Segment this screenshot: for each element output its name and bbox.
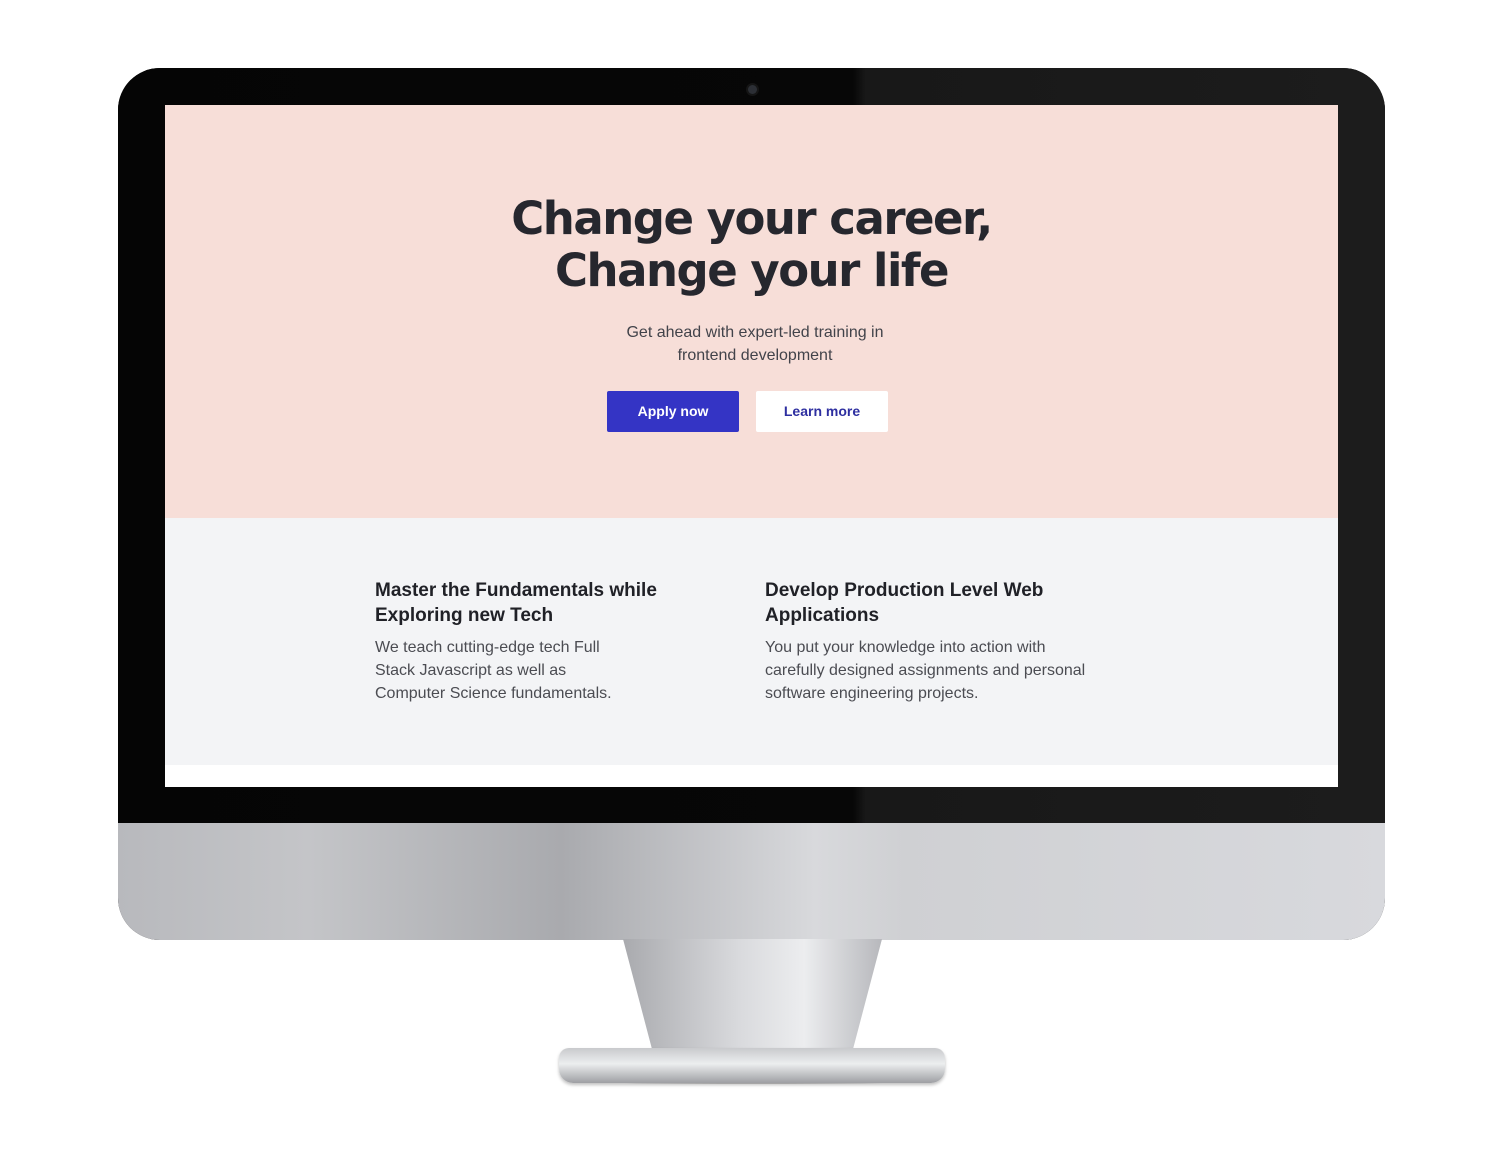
feature-description-line-2: carefully designed assignments and perso… [765, 662, 1086, 679]
feature-title-line-2: Applications [765, 605, 880, 626]
monitor-stand-neck [623, 939, 882, 1057]
hero-subtitle: Get ahead with expert-led training in fr… [585, 321, 925, 367]
features-section: Master the Fundamentals while Exploring … [165, 518, 1338, 765]
page-bottom-strip [165, 765, 1338, 787]
hero-title-line-1: Change your career, [511, 192, 993, 245]
feature-description-line-1: You put your knowledge into action with [765, 639, 1046, 656]
hero-title: Change your career, Change your life [165, 193, 1338, 297]
hero-subtitle-line-1: Get ahead with expert-led training in [626, 324, 884, 341]
desktop-mockup: Change your career, Change your life Get… [0, 0, 1500, 1153]
apply-now-button[interactable]: Apply now [607, 391, 739, 432]
feature-title-line-1: Master the Fundamentals while [375, 580, 657, 601]
feature-title-line-1: Develop Production Level Web [765, 580, 1044, 601]
feature-title-line-2: Exploring new Tech [375, 605, 554, 626]
feature-description-line-3: software engineering projects. [765, 685, 979, 702]
hero-title-line-2: Change your life [555, 244, 949, 297]
feature-title: Master the Fundamentals while Exploring … [375, 578, 705, 628]
monitor-stand-base [559, 1048, 945, 1083]
feature-description: We teach cutting-edge tech Full Stack Ja… [375, 636, 705, 705]
monitor-chin [118, 823, 1385, 940]
feature-description-line-1: We teach cutting-edge tech Full [375, 639, 600, 656]
feature-fundamentals: Master the Fundamentals while Exploring … [375, 578, 705, 705]
feature-title: Develop Production Level Web Application… [765, 578, 1155, 628]
camera-icon [748, 85, 757, 94]
feature-description: You put your knowledge into action with … [765, 636, 1155, 705]
feature-description-line-3: Computer Science fundamentals. [375, 685, 612, 702]
hero-section: Change your career, Change your life Get… [165, 105, 1338, 518]
feature-web-applications: Develop Production Level Web Application… [765, 578, 1155, 705]
hero-subtitle-line-2: frontend development [677, 347, 833, 364]
feature-description-line-2: Stack Javascript as well as [375, 662, 567, 679]
learn-more-button[interactable]: Learn more [756, 391, 888, 432]
website-screen: Change your career, Change your life Get… [165, 105, 1338, 787]
